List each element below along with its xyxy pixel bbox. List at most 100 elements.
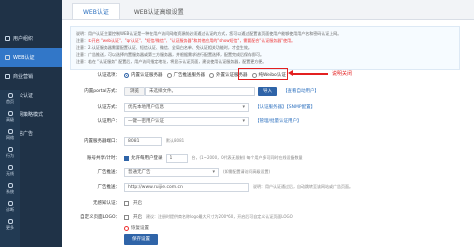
ad-push-select[interactable]: 普通无广告 — [124, 167, 219, 177]
radio-ad-server[interactable]: 广告推送服务器 — [166, 72, 205, 78]
push-url-row: 广告推送： http://www.ruijie.com.cn 说明：用户认证通过… — [62, 182, 474, 192]
manage-users-link[interactable]: 【管理/批量认证用户】 — [255, 118, 302, 124]
notice-line: 说明：用户认证主要控制WEB认证是一种在用户访问网络资源前必须通过认证的方式，您… — [76, 31, 342, 36]
nologin-row: 无感知认证： 开启 — [62, 198, 474, 208]
logo-label: 自定义页面LOGO： — [80, 215, 120, 220]
mini-nav-system[interactable]: 系统 — [0, 180, 20, 198]
save-row: 保存设置 — [62, 233, 474, 245]
share-limit-checkbox[interactable] — [124, 155, 129, 161]
share-limit-label: 账号共享/计时： — [86, 156, 120, 161]
auth-type-label: 认证选项： — [97, 73, 121, 78]
radio-dot — [166, 72, 172, 78]
portal-file-input[interactable]: 未选择文件。 — [145, 86, 255, 96]
users-icon — [5, 36, 10, 41]
diagnose-icon — [7, 201, 13, 206]
view-auto-user-link[interactable]: 【查看自动用户】 — [283, 88, 319, 94]
mini-nav-label: 首页 — [6, 99, 14, 104]
ad-push-row: 广告推送： 普通无广告 (如需配置请访问高级设置) — [62, 167, 474, 177]
warning-icon — [124, 225, 129, 231]
sidebar-item-user-org[interactable]: 用户组织 — [0, 29, 62, 48]
mini-nav-label: 系统 — [6, 189, 14, 194]
network-icon — [7, 129, 13, 134]
auth-method-label: 认证方式： — [97, 105, 121, 110]
reset-row: 恢复设置 — [62, 223, 474, 233]
mini-nav-network[interactable]: 网络 — [0, 126, 20, 144]
save-button[interactable]: 保存设置 — [124, 233, 158, 245]
sidebar-item-web-auth[interactable]: WEB认证 — [0, 48, 62, 67]
nologin-checkbox[interactable] — [124, 200, 129, 206]
annotation-callout: 说明关闭 — [332, 71, 353, 77]
mini-nav-label: 无线 — [6, 171, 14, 176]
import-button[interactable]: 导入 — [258, 86, 277, 96]
nologin-label: 无感知认证： — [93, 201, 120, 206]
mini-nav-more[interactable]: 更多 — [0, 216, 20, 234]
nologin-text: 开启 — [133, 201, 142, 206]
notice-line: 注意：2.认证服务器需要配置认证、短信认证、微信、全局白名单、免认证相关功能时，… — [76, 45, 252, 50]
auth-user-label: 认证用户： — [97, 119, 121, 124]
port-input[interactable]: 8081 — [124, 136, 162, 146]
push-url-label: 广告推送： — [97, 185, 121, 190]
highlight-box — [238, 68, 288, 80]
notice-box: 说明：用户认证主要控制WEB认证是一种在用户访问网络资源前必须通过认证的方式，您… — [70, 26, 460, 70]
auth-server-links[interactable]: 【认证服务器】【SNMP配置】 — [255, 104, 315, 110]
tab-web-auth[interactable]: WEB认证 — [72, 3, 120, 19]
sidebar-item-label: 商业营销 — [13, 74, 34, 80]
sidebar-item-label: 用户组织 — [13, 36, 34, 42]
tab-web-auth-advanced[interactable]: WEB认证高级设置 — [124, 3, 194, 19]
notice-line: 注意：①开启 "web认证"、"qr认证"、"短信/微信"、"认证服务器"和其他… — [76, 38, 296, 43]
main-content: 说明：用户认证主要控制WEB认证是一种在用户访问网络资源前必须通过认证的方式，您… — [62, 20, 474, 247]
port-hint: 默认8081 — [166, 138, 185, 143]
mini-nav-advanced[interactable]: 高级 — [0, 108, 20, 126]
sidebar: 用户组织 WEB认证 商业营销 办公认证 上网策略模式 微信广告 首页 高级 网… — [0, 0, 62, 247]
home-icon — [7, 93, 13, 98]
mini-nav-rail: 首页 高级 网络 行为 无线 系统 诊断 更多 — [0, 90, 20, 247]
radio-dot — [124, 72, 129, 78]
portal-row: 内置portal方式： 浏览 未选择文件。 导入 【查看自动用户】 — [62, 86, 474, 96]
auth-method-row: 认证方式： 优先本地用户信息 【认证服务器】【SNMP配置】 — [62, 102, 474, 112]
push-url-hint: 说明：用户认证通过后，自动跳转至该网站或广告页面。 — [253, 184, 353, 189]
share-limit-check-label: 允许每用户登录 — [131, 156, 163, 161]
notice-line: 注意：若在 "认证服务" 配置后，用户访问指定地址，将显示认证页面，建议使用认证… — [76, 59, 267, 64]
ad-push-hint: (如需配置请访问高级设置) — [223, 169, 271, 174]
mini-nav-wireless[interactable]: 无线 — [0, 162, 20, 180]
share-limit-input[interactable]: 1 — [165, 153, 188, 163]
mini-nav-label: 高级 — [6, 117, 14, 122]
radio-internal-server[interactable]: 内置认证服务器 — [124, 72, 163, 78]
sidebar-header — [0, 0, 62, 29]
marketing-icon — [5, 74, 10, 79]
push-url-input[interactable]: http://www.ruijie.com.cn — [124, 182, 249, 192]
web-icon — [5, 55, 10, 60]
more-icon — [7, 219, 13, 224]
sidebar-item-label: WEB认证 — [13, 55, 35, 61]
reset-text[interactable]: 恢复设置 — [131, 225, 149, 231]
port-row: 内置服务器端口： 8081 默认8081 — [62, 136, 474, 146]
mini-nav-label: 行为 — [6, 153, 14, 158]
port-label: 内置服务器端口： — [84, 139, 120, 144]
sidebar-item-marketing[interactable]: 商业营销 — [0, 67, 62, 86]
mini-nav-label: 诊断 — [6, 207, 14, 212]
mini-nav-home[interactable]: 首页 — [0, 90, 20, 108]
mini-nav-label: 网络 — [6, 135, 14, 140]
mini-nav-behavior[interactable]: 行为 — [0, 144, 20, 162]
auth-user-row: 认证用户： 一键一密用户认证 【管理/批量认证用户】 — [62, 116, 474, 126]
wireless-icon — [7, 165, 13, 170]
mini-nav-label: 更多 — [6, 225, 14, 230]
tab-bar: WEB认证 WEB认证高级设置 — [62, 0, 474, 20]
advanced-icon — [7, 111, 13, 116]
auth-method-select[interactable]: 优先本地用户信息 — [124, 102, 249, 112]
behavior-icon — [7, 147, 13, 152]
share-limit-hint: 台，(1~2000，0代表无限制) 每个用户多可同时在线设备数量 — [191, 155, 303, 160]
annotation-arrow — [288, 70, 328, 76]
logo-row: 自定义页面LOGO： 开启 建议：注册时提供商名称logo最大尺寸为200*60… — [62, 212, 474, 222]
logo-checkbox[interactable] — [124, 214, 129, 220]
auth-user-select[interactable]: 一键一密用户认证 — [124, 116, 249, 126]
logo-text: 开启 — [133, 215, 142, 220]
system-icon — [7, 183, 13, 188]
mini-nav-diagnose[interactable]: 诊断 — [0, 198, 20, 216]
share-limit-row: 账号共享/计时： 允许每用户登录 1 台，(1~2000，0代表无限制) 每个用… — [62, 153, 474, 163]
ad-push-label: 广告推送： — [97, 170, 121, 175]
browse-button[interactable]: 浏览 — [124, 86, 145, 96]
logo-hint: 建议：注册时提供商名称logo最大尺寸为200*60，开启后可自定义认证页面LO… — [146, 214, 293, 219]
portal-label: 内置portal方式： — [84, 89, 120, 94]
radio-dot — [209, 72, 214, 78]
